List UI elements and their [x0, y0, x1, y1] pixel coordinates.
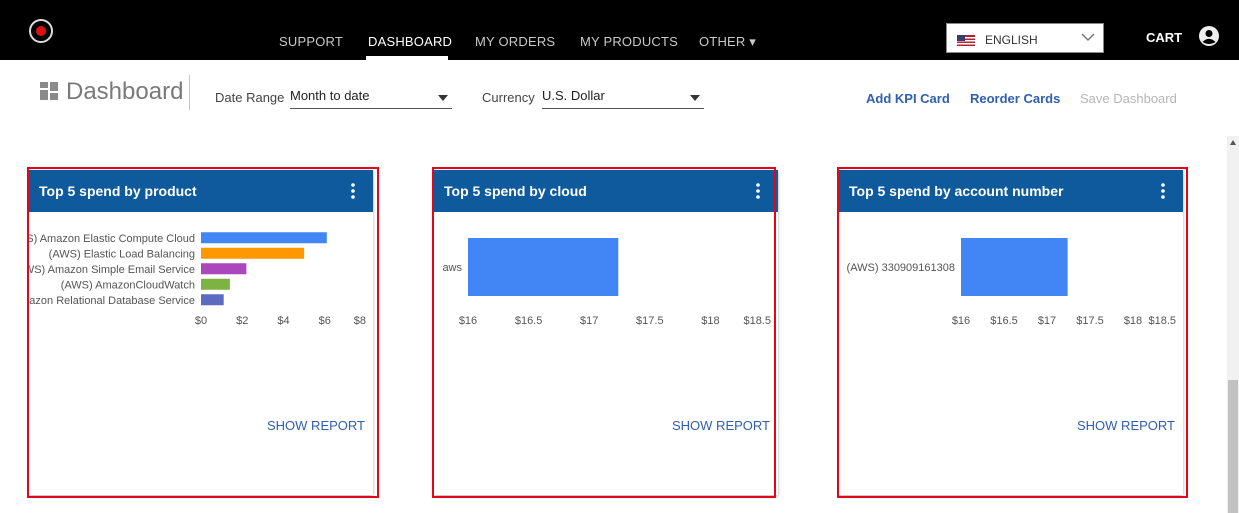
user-account-icon[interactable] [1199, 26, 1219, 46]
nav-dashboard[interactable]: DASHBOARD [368, 34, 452, 49]
us-flag-icon [957, 35, 975, 46]
add-kpi-card-button[interactable]: Add KPI Card [866, 91, 950, 106]
highlight-box [837, 167, 1188, 498]
date-range-value: Month to date [290, 88, 370, 103]
top-nav: SUPPORT DASHBOARD MY ORDERS MY PRODUCTS … [0, 0, 1239, 60]
language-select[interactable]: ENGLISH [946, 23, 1104, 53]
date-range-select[interactable]: Month to date [290, 85, 452, 109]
dashboard-grid-icon [40, 82, 58, 100]
scrollbar-thumb[interactable] [1228, 380, 1238, 513]
scroll-up-arrow-icon[interactable] [1230, 140, 1236, 145]
currency-select[interactable]: U.S. Dollar [542, 85, 704, 109]
toolbar-divider [189, 75, 190, 110]
currency-value: U.S. Dollar [542, 88, 605, 103]
reorder-cards-button[interactable]: Reorder Cards [970, 91, 1060, 106]
nav-support[interactable]: SUPPORT [279, 34, 343, 49]
nav-my-products[interactable]: MY PRODUCTS [580, 34, 678, 49]
dropdown-arrow-icon [690, 95, 700, 101]
company-logo[interactable] [28, 18, 54, 44]
nav-other-menu[interactable]: OTHER ▾ [699, 34, 756, 50]
save-dashboard-button[interactable]: Save Dashboard [1080, 91, 1177, 106]
highlight-box [432, 167, 776, 498]
currency-label: Currency [482, 90, 535, 105]
chevron-down-icon [1081, 33, 1095, 42]
nav-my-orders[interactable]: MY ORDERS [475, 34, 555, 49]
date-range-label: Date Range [215, 90, 285, 105]
cart-link[interactable]: CART [1146, 30, 1182, 45]
page-scrollbar[interactable] [1227, 136, 1239, 513]
highlight-box [27, 167, 379, 498]
dropdown-arrow-icon [438, 95, 448, 101]
language-value: ENGLISH [985, 33, 1038, 47]
page-title: Dashboard [66, 78, 184, 105]
